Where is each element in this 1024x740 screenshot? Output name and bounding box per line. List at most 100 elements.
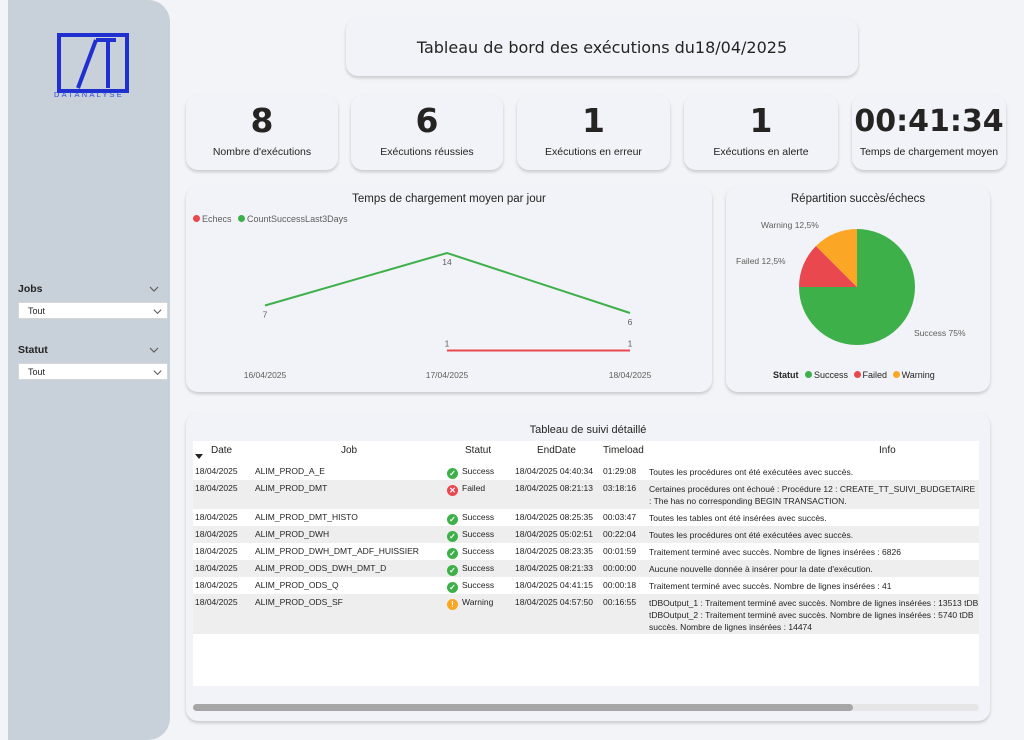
status-success-icon: ✓: [447, 514, 458, 525]
horizontal-scrollbar[interactable]: [193, 704, 979, 711]
kpi-card-success: 6 Exécutions réussies: [351, 95, 503, 170]
cell-timeload: 00:01:59: [603, 546, 637, 556]
cell-info: tDBOutput_1 : Traitement terminé avec su…: [649, 598, 979, 632]
kpi-label: Exécutions réussies: [380, 146, 474, 158]
kpi-label: Temps de chargement moyen: [859, 146, 999, 158]
page-title: Tableau de bord des exécutions du18/04/2…: [416, 38, 788, 57]
kpi-value: 8: [250, 101, 274, 140]
cell-status-label: Success: [462, 512, 495, 522]
status-success-icon: ✓: [447, 565, 458, 576]
cell-info: Toutes les procédures ont été exécutées …: [649, 530, 854, 540]
jobs-select-value: Tout: [28, 306, 46, 316]
column-header-enddate[interactable]: EndDate: [537, 445, 576, 456]
jobs-select[interactable]: Tout: [18, 302, 168, 319]
data-label: 14: [442, 257, 452, 267]
kpi-label: Nombre d'exécutions: [212, 146, 312, 158]
cell-timeload: 00:00:18: [603, 580, 637, 590]
table-row[interactable]: 18/04/2025 ALIM_PROD_ODS_DWH_DMT_D ✓ Succes…: [193, 560, 979, 577]
sidebar: DATANALYSE Jobs Tout Statut Tout: [8, 0, 170, 740]
column-header-date[interactable]: Date: [211, 445, 232, 456]
status-success-icon: ✓: [447, 582, 458, 593]
cell-status: ✓ Success: [447, 512, 494, 525]
column-header-statut[interactable]: Statut: [465, 445, 491, 456]
pie-legend: Statut Success Failed Warning: [773, 370, 935, 380]
kpi-value: 6: [415, 101, 439, 140]
title-card: Tableau de bord des exécutions du18/04/2…: [346, 18, 858, 76]
cell-status: ✓ Success: [447, 546, 494, 559]
cell-enddate: 18/04/2025 08:25:35: [515, 512, 593, 522]
legend-label-failed: Failed: [862, 370, 888, 380]
cell-enddate: 18/04/2025 04:40:34: [515, 466, 593, 476]
pie-data-label: Success 75%: [914, 328, 966, 338]
status-success-icon: ✓: [447, 548, 458, 559]
table-row[interactable]: 18/04/2025 ALIM_PROD_ODS_SF! Warning 18/04/…: [193, 594, 979, 634]
legend-label-warning: Warning: [901, 370, 935, 380]
status-failed-icon: ✕: [447, 485, 458, 496]
table-row[interactable]: 18/04/2025 ALIM_PROD_A_E ✓ Success 18/04/202…: [193, 463, 979, 480]
cell-info: Traitement terminé avec succès. Nombre d…: [649, 547, 901, 557]
data-label: 6: [628, 317, 633, 327]
chevron-down-icon[interactable]: [148, 283, 160, 295]
table-row[interactable]: 18/04/2025 ALIM_PROD_DMT ✕ Failed 18/04/2025…: [193, 480, 979, 509]
cell-job: ALIM_PROD_A_E: [255, 466, 325, 476]
cell-enddate: 18/04/2025 05:02:51: [515, 529, 593, 539]
x-tick-label: 17/04/2025: [426, 370, 469, 380]
column-header-info[interactable]: Info: [879, 445, 896, 456]
sort-desc-icon[interactable]: [195, 454, 203, 460]
cell-date: 18/04/2025: [195, 512, 238, 522]
kpi-value: 1: [749, 101, 773, 140]
cell-info: Toutes les tables ont été insérées avec …: [649, 513, 827, 523]
cell-date: 18/04/2025: [195, 529, 238, 539]
legend-dot-warning: [892, 371, 900, 378]
cell-job: ALIM_PROD_DMT: [255, 483, 328, 493]
cell-timeload: 01:29:08: [603, 466, 637, 476]
pie-chart-panel: Répartition succès/échecs Success 75% Fai…: [726, 186, 990, 392]
detail-table: Date Job Statut EndDate Timeload Info 18…: [193, 441, 979, 686]
filter-label-jobs: Jobs: [18, 283, 43, 295]
column-header-job[interactable]: Job: [341, 445, 357, 456]
pie-data-label: Warning 12,5%: [761, 220, 819, 230]
kpi-value: 1: [582, 101, 605, 140]
cell-date: 18/04/2025: [195, 466, 238, 476]
table-header: Date Job Statut EndDate Timeload Info: [193, 441, 979, 463]
cell-timeload: 00:22:04: [603, 529, 637, 539]
cell-status-label: Failed: [462, 483, 486, 493]
cell-status: ✕ Failed: [447, 483, 485, 496]
table-row[interactable]: 18/04/2025 ALIM_PROD_DWH ✓ Success 18/04/202…: [193, 526, 979, 543]
cell-enddate: 18/04/2025 08:23:35: [515, 546, 593, 556]
chevron-down-icon: [153, 370, 162, 376]
kpi-card-alerts: 1 Exécutions en alerte: [684, 95, 838, 170]
column-header-timeload[interactable]: Timeload: [603, 445, 644, 456]
table-row[interactable]: 18/04/2025 ALIM_PROD_DMT_HISTO ✓ Success 18/…: [193, 509, 979, 526]
cell-info: Toutes les procédures ont été exécutées …: [649, 467, 854, 477]
cell-enddate: 18/04/2025 04:57:50: [515, 597, 593, 607]
chevron-down-icon[interactable]: [148, 344, 160, 356]
cell-info: Traitement terminé avec succès. Nombre d…: [649, 581, 892, 591]
statut-select-value: Tout: [28, 367, 46, 377]
kpi-card-executions: 8 Nombre d'exécutions: [186, 95, 338, 170]
cell-job: ALIM_PROD_DWH_DMT_ADF_HUISSIER: [255, 546, 419, 556]
status-success-icon: ✓: [447, 531, 458, 542]
cell-job: ALIM_PROD_ODS_Q: [255, 580, 339, 590]
cell-date: 18/04/2025: [195, 580, 238, 590]
scrollbar-thumb[interactable]: [193, 704, 853, 711]
legend-label-success: Success: [814, 370, 849, 380]
data-label: 1: [628, 339, 633, 349]
kpi-card-avg-load-time: 00:41:34 Temps de chargement moyen: [852, 95, 1006, 170]
table-row[interactable]: 18/04/2025 ALIM_PROD_DWH_DMT_ADF_HUISSIER…: [193, 543, 979, 560]
pie-data-label: Failed 12,5%: [736, 256, 786, 266]
cell-date: 18/04/2025: [195, 483, 238, 493]
cell-job: ALIM_PROD_ODS_DWH_DMT_D: [255, 563, 387, 573]
pie-chart: Success 75% Failed 12,5% Warning 12,5%: [736, 220, 966, 345]
cell-status-label: Success: [462, 466, 495, 476]
cell-status: ! Warning: [447, 597, 493, 610]
x-tick-label: 16/04/2025: [244, 370, 287, 380]
statut-select[interactable]: Tout: [18, 363, 168, 380]
table-panel: Tableau de suivi détaillé Date Job Statu…: [186, 413, 990, 721]
cell-info: Aucune nouvelle donnée à insérer pour la…: [649, 564, 873, 574]
cell-timeload: 00:16:55: [603, 597, 637, 607]
table-row[interactable]: 18/04/2025 ALIM_PROD_ODS_Q ✓ Success 18/04/2…: [193, 577, 979, 594]
kpi-value: 00:41:34: [854, 104, 1004, 139]
legend-dot-success: [805, 371, 813, 378]
cell-status: ✓ Success: [447, 529, 494, 542]
